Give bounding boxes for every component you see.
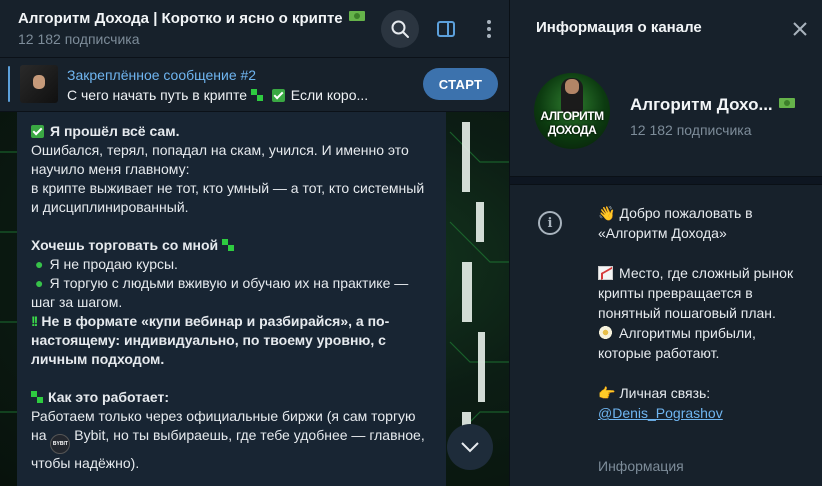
- money-emoji-icon: [778, 98, 795, 108]
- pinned-thumbnail: [20, 65, 58, 103]
- avatar-text-1: АЛГОРИТМ: [540, 109, 604, 123]
- close-icon: [793, 22, 807, 36]
- waving-hand-icon: 👋: [598, 205, 616, 221]
- channel-info-panel: Информация о канале АЛГОРИТМ ДОХОДА Алго…: [510, 0, 822, 486]
- messages-area[interactable]: Я прошёл всё сам. Ошибался, терял, попад…: [0, 112, 509, 486]
- search-icon: [391, 20, 409, 38]
- chat-area: Алгоритм Дохода | Коротко и ясно о крипт…: [0, 0, 509, 486]
- channel-name: Алгоритм Дохо...: [630, 95, 795, 115]
- contact-link[interactable]: @Denis_Pograshov: [598, 405, 723, 421]
- info-icon: i: [538, 211, 562, 235]
- channel-description: 👋 Добро пожаловать в «Алгоритм Дохода» Ме…: [598, 205, 794, 421]
- more-options-button[interactable]: [470, 10, 508, 48]
- pinned-text: С чего начать путь в крипте Если коро...: [67, 87, 369, 103]
- pointing-hand-icon: 👉: [598, 385, 616, 401]
- info-panel-title: Информация о канале: [536, 19, 702, 36]
- chart-up-icon: [598, 266, 613, 280]
- channel-subscribers-info: 12 182 подписчика: [630, 122, 752, 138]
- start-button[interactable]: СТАРТ: [423, 68, 498, 100]
- double-exclamation-icon: !!: [31, 313, 38, 329]
- search-button[interactable]: [381, 10, 419, 48]
- message-text: Я прошёл всё сам. Ошибался, терял, попад…: [31, 123, 425, 471]
- bullet-icon: ●: [35, 256, 44, 272]
- channel-profile: АЛГОРИТМ ДОХОДА Алгоритм Дохо... 12 182 …: [510, 58, 822, 176]
- chat-header[interactable]: Алгоритм Дохода | Коротко и ясно о крипт…: [0, 0, 509, 58]
- bullet-icon: ●: [35, 275, 44, 291]
- bybit-icon: BYBIT: [50, 434, 71, 454]
- description-label: Информация: [598, 458, 684, 474]
- close-button[interactable]: [788, 17, 812, 41]
- toggle-info-panel-button[interactable]: [427, 10, 465, 48]
- pinned-message-bar[interactable]: Закреплённое сообщение #2 С чего начать …: [0, 58, 509, 112]
- channel-avatar[interactable]: АЛГОРИТМ ДОХОДА: [534, 73, 610, 149]
- section-separator: [510, 176, 822, 185]
- channel-title: Алгоритм Дохода | Коротко и ясно о крипт…: [18, 10, 365, 27]
- pinned-indicator: [8, 66, 10, 102]
- green-flag-emoji-icon: [222, 239, 235, 251]
- check-emoji-icon: [271, 89, 285, 102]
- check-emoji-icon: [31, 125, 44, 138]
- green-flag-emoji-icon: [250, 89, 263, 101]
- side-panel-icon: [437, 21, 455, 37]
- money-emoji-icon: [348, 11, 365, 21]
- chevron-down-icon: [461, 442, 479, 453]
- more-vertical-icon: [487, 20, 491, 38]
- green-flag-emoji-icon: [31, 391, 43, 403]
- telegram-window: Алгоритм Дохода | Коротко и ясно о крипт…: [0, 0, 822, 486]
- avatar-text-2: ДОХОДА: [547, 123, 597, 137]
- info-header: Информация о канале: [510, 0, 822, 58]
- message-bubble[interactable]: Я прошёл всё сам. Ошибался, терял, попад…: [17, 112, 446, 486]
- scroll-down-button[interactable]: [447, 424, 493, 470]
- pinned-title: Закреплённое сообщение #2: [67, 67, 257, 83]
- channel-subscribers: 12 182 подписчика: [18, 31, 140, 47]
- flower-icon: [598, 325, 613, 340]
